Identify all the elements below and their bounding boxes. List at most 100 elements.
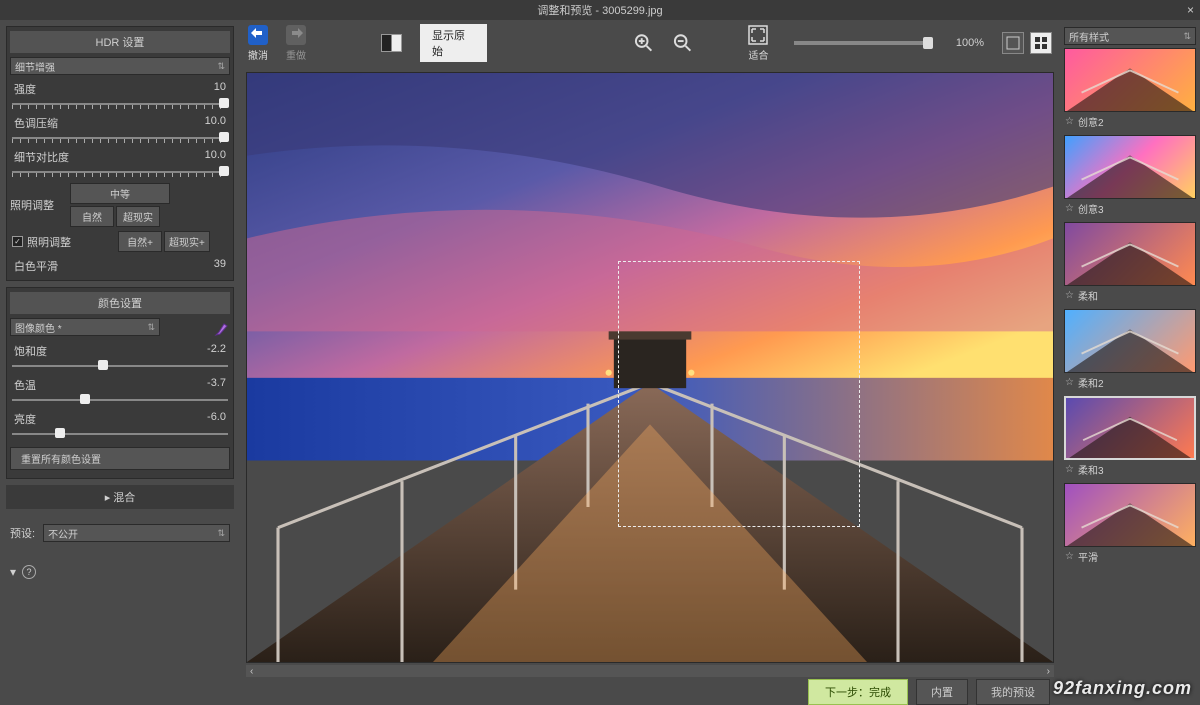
temp-track[interactable] <box>12 395 228 405</box>
preset-label: 预设: <box>10 525 35 541</box>
styles-dropdown[interactable]: 所有样式 ⇅ <box>1064 27 1196 45</box>
favorite-star-icon[interactable]: ☆ <box>1065 551 1074 562</box>
close-icon[interactable]: × <box>1187 3 1194 17</box>
sat-value: -2.2 <box>207 343 226 359</box>
thumb-image[interactable] <box>1064 135 1196 199</box>
fit-button[interactable]: 适合 <box>748 25 768 62</box>
lighting-surreal-plus-button[interactable]: 超现实+ <box>164 231 210 252</box>
thumb-image[interactable] <box>1064 396 1196 460</box>
temp-value: -3.7 <box>207 377 226 393</box>
my-presets-button[interactable]: 我的预设 <box>976 679 1050 705</box>
compress-slider: 色调压缩 10.0 <box>12 115 228 143</box>
top-toolbar: 撤消 重做 显示原始 适合 100% <box>240 20 1060 66</box>
thumb-image[interactable] <box>1064 48 1196 112</box>
zoom-in-icon[interactable] <box>633 32 654 54</box>
style-thumb[interactable]: ☆创意3 <box>1064 135 1196 218</box>
show-original-button[interactable]: 显示原始 <box>420 24 487 62</box>
redo-button[interactable]: 重做 <box>286 25 306 62</box>
hdr-panel-header[interactable]: HDR 设置 <box>10 31 230 53</box>
single-view-icon[interactable] <box>1002 32 1024 54</box>
zoom-out-icon[interactable] <box>672 32 693 54</box>
window-title: 调整和预览 - 3005299.jpg <box>537 2 662 18</box>
style-thumb[interactable]: ☆创意2 <box>1064 48 1196 131</box>
title-bar: 调整和预览 - 3005299.jpg × <box>0 0 1200 20</box>
saturation-slider: 饱和度-2.2 <box>12 343 228 371</box>
lighting-medium-button[interactable]: 中等 <box>70 183 170 204</box>
color-panel: 颜色设置 图像颜色 * ⇅ 饱和度-2.2 色温-3.7 亮度 -6.0 重置所有… <box>6 287 234 479</box>
scroll-left-icon[interactable]: ‹ <box>250 666 253 677</box>
lighting-label: 照明调整 <box>10 197 70 213</box>
bri-label: 亮度 <box>14 411 36 427</box>
lighting-check-label: 照明调整 <box>27 234 71 250</box>
style-thumb[interactable]: ☆平滑 <box>1064 483 1196 566</box>
lighting-natural-plus-button[interactable]: 自然+ <box>118 231 162 252</box>
reset-color-button[interactable]: 重置所有颜色设置 <box>10 447 230 470</box>
color-panel-header[interactable]: 颜色设置 <box>10 292 230 314</box>
compress-label: 色调压缩 <box>14 115 58 131</box>
undo-label: 撤消 <box>248 47 268 62</box>
strength-handle[interactable] <box>219 98 229 108</box>
bri-handle[interactable] <box>55 428 65 438</box>
detail-handle[interactable] <box>219 166 229 176</box>
bri-value: -6.0 <box>207 411 226 427</box>
compare-icon[interactable] <box>381 34 402 52</box>
bri-track[interactable] <box>12 429 228 439</box>
chevron-updown-icon: ⇅ <box>147 322 155 333</box>
favorite-star-icon[interactable]: ☆ <box>1065 377 1074 388</box>
grid-view-icon[interactable] <box>1030 32 1052 54</box>
style-thumb[interactable]: ☆ 柔和3 <box>1064 396 1196 479</box>
style-thumb[interactable]: ☆柔和 <box>1064 222 1196 305</box>
blend-section-header[interactable]: ▸ 混合 <box>6 485 234 509</box>
brush-icon[interactable] <box>214 321 230 337</box>
thumb-image[interactable] <box>1064 222 1196 286</box>
hdr-mode-dropdown[interactable]: 细节增强 ⇅ <box>10 57 230 75</box>
thumb-image[interactable] <box>1064 309 1196 373</box>
zoom-slider[interactable] <box>794 41 929 45</box>
favorite-star-icon[interactable]: ☆ <box>1065 290 1074 301</box>
bottom-bar: 下一步：完成 内置 我的预设 <box>240 679 1060 705</box>
thumb-image[interactable] <box>1064 483 1196 547</box>
image-canvas[interactable] <box>246 72 1054 663</box>
favorite-star-icon[interactable]: ☆ <box>1065 203 1074 214</box>
sat-track[interactable] <box>12 361 228 371</box>
favorite-star-icon[interactable]: ☆ <box>1065 116 1074 127</box>
lighting-checkbox[interactable]: ✓ <box>12 236 23 247</box>
help-icon[interactable]: ? <box>22 565 36 579</box>
sat-handle[interactable] <box>98 360 108 370</box>
style-thumb[interactable]: ☆柔和2 <box>1064 309 1196 392</box>
thumb-label: 柔和3 <box>1078 462 1104 477</box>
temp-handle[interactable] <box>80 394 90 404</box>
color-mode-value: 图像颜色 * <box>15 320 62 335</box>
chevron-updown-icon: ⇅ <box>217 61 225 72</box>
undo-button[interactable]: 撤消 <box>248 25 268 62</box>
chevron-down-icon[interactable]: ▾ <box>10 565 16 579</box>
strength-track[interactable] <box>12 99 228 109</box>
lighting-natural-button[interactable]: 自然 <box>70 206 114 227</box>
chevron-updown-icon: ⇅ <box>217 528 225 539</box>
strength-label: 强度 <box>14 81 36 97</box>
compress-value: 10.0 <box>205 115 226 131</box>
compress-track[interactable] <box>12 133 228 143</box>
hdr-mode-value: 细节增强 <box>15 59 55 74</box>
blend-title: 混合 <box>113 492 135 504</box>
next-step-button[interactable]: 下一步：完成 <box>808 679 908 705</box>
strength-value: 10 <box>214 81 226 97</box>
lighting-surreal-button[interactable]: 超现实 <box>116 206 160 227</box>
preset-dropdown[interactable]: 不公开 ⇅ <box>43 524 230 542</box>
horizontal-scrollbar[interactable]: ‹› <box>246 665 1054 677</box>
detail-track[interactable] <box>12 167 228 177</box>
compress-handle[interactable] <box>219 132 229 142</box>
internal-presets-button[interactable]: 内置 <box>916 679 968 705</box>
fit-label: 适合 <box>748 47 768 62</box>
scroll-right-icon[interactable]: › <box>1047 666 1050 677</box>
white-smooth-value: 39 <box>214 258 226 274</box>
hdr-panel: HDR 设置 细节增强 ⇅ 强度10 色调压缩10.0 细节对比度10.0 照明… <box>6 26 234 281</box>
preset-value: 不公开 <box>48 526 78 541</box>
temp-slider: 色温-3.7 <box>12 377 228 405</box>
zoom-handle[interactable] <box>923 37 933 49</box>
white-smooth-slider: 白色平滑39 <box>12 258 228 274</box>
favorite-star-icon[interactable]: ☆ <box>1065 464 1074 475</box>
style-thumbnails: ☆创意2 ☆创意3 ☆柔和 ☆柔和2 ☆ 柔和3 ☆平滑 <box>1064 48 1196 705</box>
brightness-slider: 亮度 -6.0 <box>12 411 228 439</box>
fit-icon <box>748 25 768 45</box>
